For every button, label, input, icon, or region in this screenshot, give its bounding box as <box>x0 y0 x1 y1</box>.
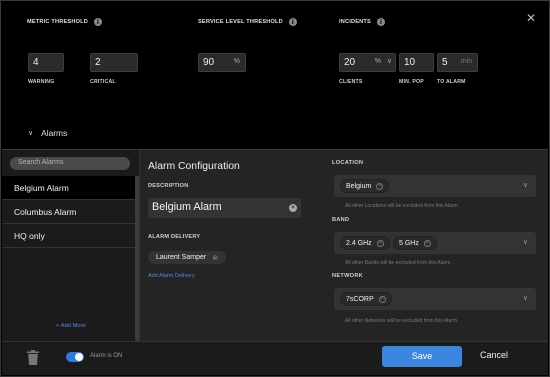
critical-input[interactable]: 2 <box>90 53 138 72</box>
service-level-threshold-title: SERVICE LEVEL THRESHOLD i <box>198 18 297 26</box>
toggle-knob <box>75 353 83 361</box>
chevron-down-icon[interactable]: ∨ <box>523 181 528 189</box>
band-note: All other Bands will be excluded from th… <box>345 260 452 266</box>
alarm-item-label: Columbus Alarm <box>14 207 77 217</box>
delivery-chip[interactable]: Laurent Samper ⊗ <box>148 251 227 264</box>
alarm-item-label: Belgium Alarm <box>14 183 69 193</box>
alarm-list: Belgium Alarm Columbus Alarm HQ only <box>2 176 135 248</box>
location-note: All other Locations will be excluded fro… <box>345 203 459 209</box>
alarm-configuration-title: Alarm Configuration <box>148 161 240 172</box>
description-label: DESCRIPTION <box>148 183 189 189</box>
alarm-list-sidebar: Search Alarms Belgium Alarm Columbus Ala… <box>2 150 140 342</box>
warning-label: WARNING <box>28 79 55 85</box>
chevron-down-icon[interactable]: ∨ <box>523 238 528 246</box>
clients-value: 20 <box>344 57 356 68</box>
alarms-section: Search Alarms Belgium Alarm Columbus Ala… <box>2 149 548 342</box>
chevron-down-icon[interactable]: ∨ <box>523 294 528 302</box>
alarms-section-toggle[interactable]: ∨ Alarms <box>28 128 67 138</box>
cancel-button[interactable]: Cancel <box>480 350 508 360</box>
critical-value: 2 <box>95 57 101 68</box>
alarm-settings-dialog: ✕ METRIC THRESHOLD i SERVICE LEVEL THRES… <box>0 0 550 377</box>
service-level-input[interactable]: 90 % <box>198 53 246 72</box>
location-chip[interactable]: Belgium × <box>340 179 390 193</box>
incidents-label: INCIDENTS <box>339 19 371 25</box>
alarm-list-scrollbar[interactable] <box>135 176 139 342</box>
warning-value: 4 <box>33 57 39 68</box>
alarm-list-item[interactable]: HQ only <box>2 224 135 248</box>
trash-icon[interactable] <box>27 350 39 370</box>
minutes-unit: min <box>460 58 472 65</box>
to-alarm-label: TO ALARM <box>437 79 466 85</box>
critical-label: CRITICAL <box>90 79 116 85</box>
network-chip-label: 7sCORP <box>346 295 374 303</box>
trash-icon-svg <box>27 350 39 365</box>
chevron-down-icon[interactable]: ∨ <box>387 57 392 65</box>
network-label: NETWORK <box>332 273 363 279</box>
alarm-list-item[interactable]: Columbus Alarm <box>2 200 135 224</box>
add-alarm-delivery-link[interactable]: Add Alarm Delivery <box>148 273 195 279</box>
service-level-value: 90 <box>203 57 215 68</box>
to-alarm-value: 5 <box>442 57 448 68</box>
network-note: All other Networks will be excluded from… <box>345 318 459 324</box>
band-chip-label: 5 GHz <box>399 239 419 247</box>
incidents-title: INCIDENTS i <box>339 18 385 26</box>
alarms-toggle-label: Alarms <box>41 128 68 138</box>
clear-icon[interactable]: × <box>289 204 297 212</box>
warning-input[interactable]: 4 <box>28 53 64 72</box>
search-alarms-input[interactable]: Search Alarms <box>10 157 130 170</box>
remove-chip-icon[interactable]: × <box>376 182 384 190</box>
network-chip[interactable]: 7sCORP × <box>340 292 392 306</box>
band-chip[interactable]: 5 GHz × <box>393 236 437 250</box>
band-chip-label: 2.4 GHz <box>346 239 372 247</box>
band-select[interactable]: 2.4 GHz × 5 GHz × ∨ <box>334 232 536 254</box>
metric-threshold-label: METRIC THRESHOLD <box>27 19 89 25</box>
alarm-status-label: Alarm is ON <box>90 353 123 359</box>
min-pop-label: MIN. POP <box>399 79 424 85</box>
band-chip[interactable]: 2.4 GHz × <box>340 236 390 250</box>
network-select[interactable]: 7sCORP × ∨ <box>334 288 536 310</box>
close-icon[interactable]: ✕ <box>526 11 536 25</box>
percent-unit: % <box>233 58 240 65</box>
clients-select[interactable]: 20 % ∨ <box>339 53 396 72</box>
remove-chip-icon[interactable]: × <box>423 239 431 247</box>
alarm-list-item[interactable]: Belgium Alarm <box>2 176 135 200</box>
min-pop-input[interactable]: 10 <box>399 53 434 72</box>
service-level-threshold-label: SERVICE LEVEL THRESHOLD <box>198 19 283 25</box>
info-icon[interactable]: i <box>376 18 385 26</box>
remove-chip-icon[interactable]: ⊗ <box>212 254 218 262</box>
thresholds-panel: ✕ METRIC THRESHOLD i SERVICE LEVEL THRES… <box>2 2 548 148</box>
alarm-filters-panel: LOCATION Belgium × ∨ All other Locations… <box>332 150 548 342</box>
remove-chip-icon[interactable]: × <box>378 295 386 303</box>
to-alarm-input[interactable]: 5 min <box>437 53 478 72</box>
dialog-footer: Alarm is ON Save Cancel <box>2 341 548 375</box>
alarm-item-label: HQ only <box>14 231 45 241</box>
location-label: LOCATION <box>332 160 364 166</box>
min-pop-value: 10 <box>404 57 416 68</box>
info-icon[interactable]: i <box>94 18 103 26</box>
location-select[interactable]: Belgium × ∨ <box>334 175 536 197</box>
clients-label: CLIENTS <box>339 79 363 85</box>
band-label: BAND <box>332 217 350 223</box>
chevron-down-icon: ∨ <box>28 130 34 137</box>
remove-chip-icon[interactable]: × <box>376 239 384 247</box>
search-placeholder: Search Alarms <box>18 159 64 166</box>
alarm-delivery-label: ALARM DELIVERY <box>148 234 201 240</box>
metric-threshold-title: METRIC THRESHOLD i <box>27 18 103 26</box>
save-button[interactable]: Save <box>382 346 462 367</box>
description-input[interactable]: Belgium Alarm × <box>148 198 301 218</box>
clients-unit: % <box>374 58 381 65</box>
info-icon[interactable]: i <box>288 18 297 26</box>
location-chip-label: Belgium <box>346 182 372 190</box>
alarm-on-toggle[interactable] <box>66 352 84 362</box>
delivery-chip-label: Laurent Samper <box>156 254 207 261</box>
description-value: Belgium Alarm <box>152 201 222 213</box>
alarm-configuration-panel: Alarm Configuration DESCRIPTION Belgium … <box>148 150 328 342</box>
add-more-link[interactable]: + Add More <box>56 323 86 329</box>
